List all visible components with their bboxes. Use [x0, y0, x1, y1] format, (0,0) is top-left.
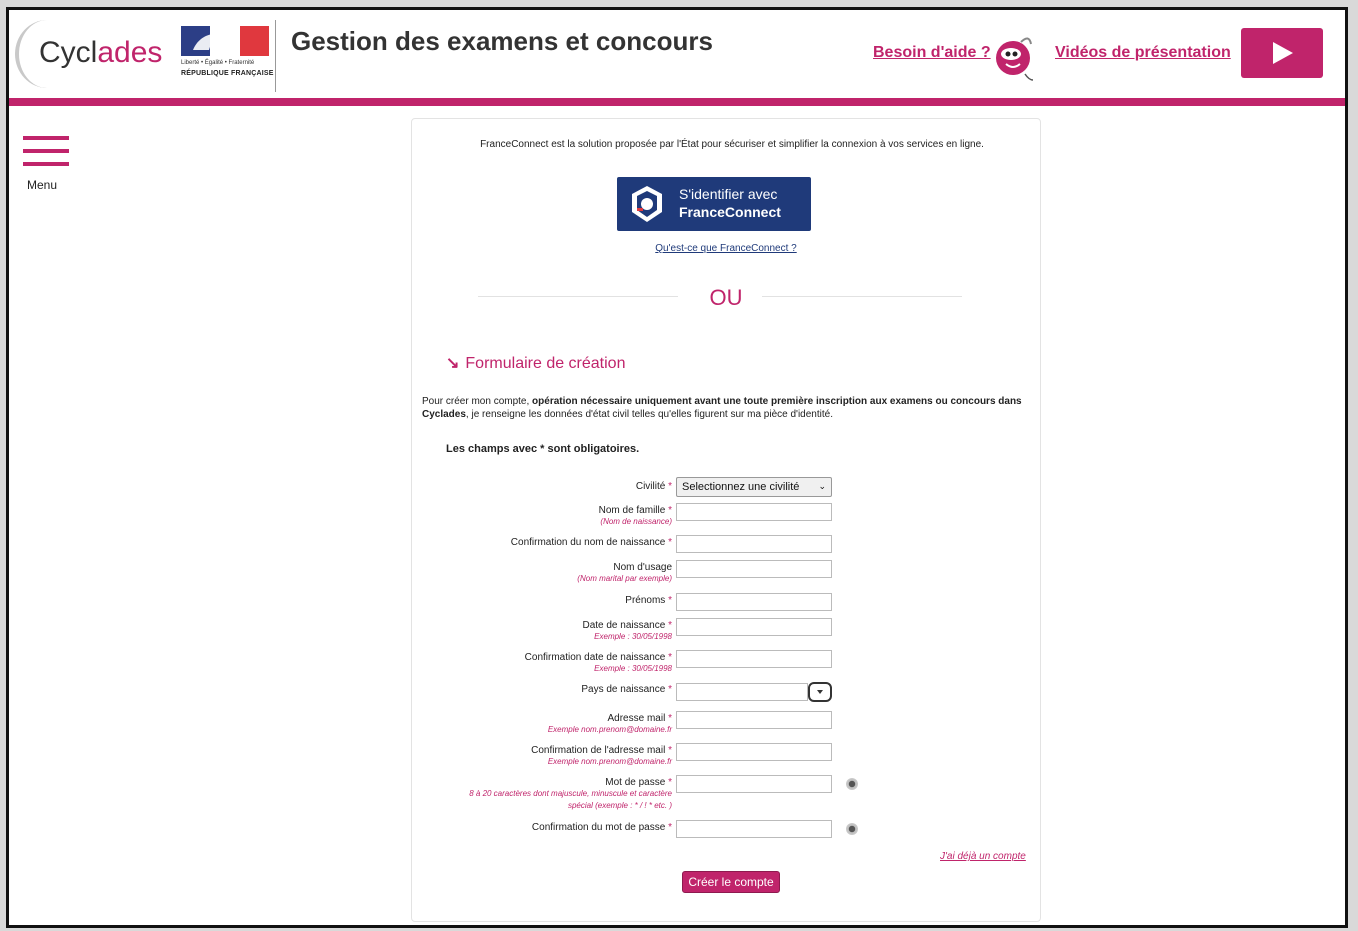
login-card: FranceConnect est la solution proposée p…: [411, 118, 1041, 922]
separator-or: OU: [709, 285, 743, 310]
form-title: ↘ Formulaire de création: [446, 355, 626, 372]
franceconnect-intro: FranceConnect est la solution proposée p…: [480, 139, 984, 150]
prenoms-input[interactable]: [676, 593, 832, 611]
date-naissance-hint: Exemple : 30/05/1998: [594, 632, 672, 641]
header-band: [9, 98, 1345, 106]
play-video-button[interactable]: [1241, 28, 1323, 78]
play-icon: [1273, 42, 1293, 64]
help-link[interactable]: Besoin d'aide ?: [873, 44, 991, 62]
help-character-icon[interactable]: [991, 30, 1035, 82]
franceconnect-button[interactable]: S'identifier avec FranceConnect: [617, 177, 811, 231]
mdp-input[interactable]: [676, 775, 832, 793]
franceconnect-logo-icon: [632, 186, 662, 222]
app-title: Gestion des examens et concours: [291, 26, 713, 56]
conf-mail-input[interactable]: [676, 743, 832, 761]
conf-nom-input[interactable]: [676, 535, 832, 553]
logo-text-part2: ades: [97, 36, 163, 69]
arrow-down-right-icon: ↘: [446, 355, 460, 372]
nom-famille-hint: (Nom de naissance): [600, 517, 672, 526]
conf-date-input[interactable]: [676, 650, 832, 668]
already-account-link[interactable]: J'ai déjà un compte: [940, 851, 1026, 862]
mdp-hint-2: spécial (exemple : * / ! * etc. ): [567, 801, 672, 810]
nom-usage-input[interactable]: [676, 560, 832, 578]
create-account-button[interactable]: Créer le compte: [682, 871, 780, 893]
mail-hint: Exemple nom.prenom@domaine.fr: [547, 725, 672, 734]
password-eye-icon-confirm[interactable]: [846, 823, 858, 835]
menu-label[interactable]: Menu: [27, 178, 57, 192]
conf-mdp-input[interactable]: [676, 820, 832, 838]
cyclades-logo[interactable]: Cyclades: [39, 36, 162, 70]
header: Cyclades Liberté • Égalité • Fraternité …: [9, 10, 1345, 100]
required-note: Les champs avec * sont obligatoires.: [446, 443, 640, 455]
video-link[interactable]: Vidéos de présentation: [1055, 44, 1231, 62]
franceconnect-info-link[interactable]: Qu'est-ce que FranceConnect ?: [412, 243, 1040, 254]
menu-icon[interactable]: [23, 136, 75, 175]
republique-francaise-logo: Liberté • Égalité • Fraternité RÉPUBLIQU…: [181, 26, 273, 82]
mdp-hint-1: 8 à 20 caractères dont majuscule, minusc…: [469, 789, 672, 798]
date-naissance-input[interactable]: [676, 618, 832, 636]
header-divider: [275, 20, 276, 92]
dropdown-chevron-icon: ⌄: [818, 481, 826, 491]
nom-usage-hint: (Nom marital par exemple): [577, 574, 672, 583]
form-description: Pour créer mon compte, opération nécessa…: [422, 396, 1022, 420]
pays-dropdown-button[interactable]: [808, 682, 832, 702]
republic-name: RÉPUBLIQUE FRANÇAISE: [181, 70, 274, 77]
franceconnect-line1: S'identifier avec: [679, 186, 778, 202]
password-eye-icon[interactable]: [846, 778, 858, 790]
conf-mail-hint: Exemple nom.prenom@domaine.fr: [547, 757, 672, 766]
conf-date-hint: Exemple : 30/05/1998: [594, 664, 672, 673]
logo-text-part1: Cycl: [39, 36, 98, 69]
republic-motto: Liberté • Égalité • Fraternité: [181, 60, 255, 66]
pays-input[interactable]: [676, 683, 808, 701]
franceconnect-line2: FranceConnect: [679, 204, 781, 220]
flag-icon: [181, 26, 269, 56]
nom-famille-input[interactable]: [676, 503, 832, 521]
page-frame: Cyclades Liberté • Égalité • Fraternité …: [6, 7, 1348, 928]
civilite-select[interactable]: Selectionnez une civilité ⌄: [676, 477, 832, 497]
mail-input[interactable]: [676, 711, 832, 729]
